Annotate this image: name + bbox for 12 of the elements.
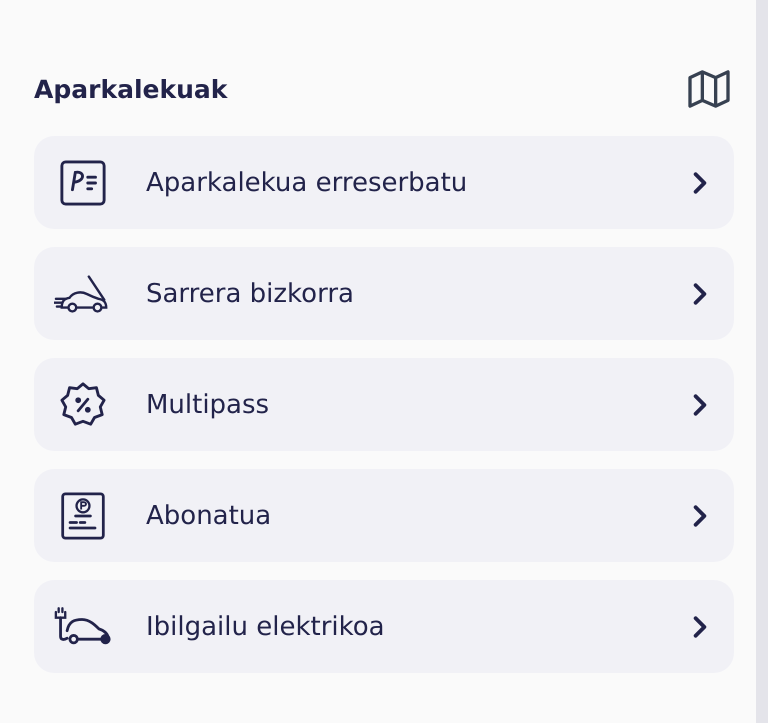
section-title: Aparkalekuak [34, 74, 228, 104]
chevron-right-icon [692, 504, 708, 528]
menu-item[interactable]: Abonatua [34, 469, 734, 562]
menu-item[interactable]: Multipass [34, 358, 734, 451]
map-icon[interactable] [688, 70, 730, 108]
chevron-right-icon [692, 614, 708, 638]
menu-item[interactable]: Sarrera bizkorra [34, 247, 734, 340]
menu-item[interactable]: Ibilgailu elektrikoa [34, 580, 734, 673]
chevron-right-icon [692, 170, 708, 194]
menu-item[interactable]: Aparkalekua erreserbatu [34, 136, 734, 229]
chevron-right-icon [692, 282, 708, 306]
chevron-right-icon [692, 392, 708, 416]
